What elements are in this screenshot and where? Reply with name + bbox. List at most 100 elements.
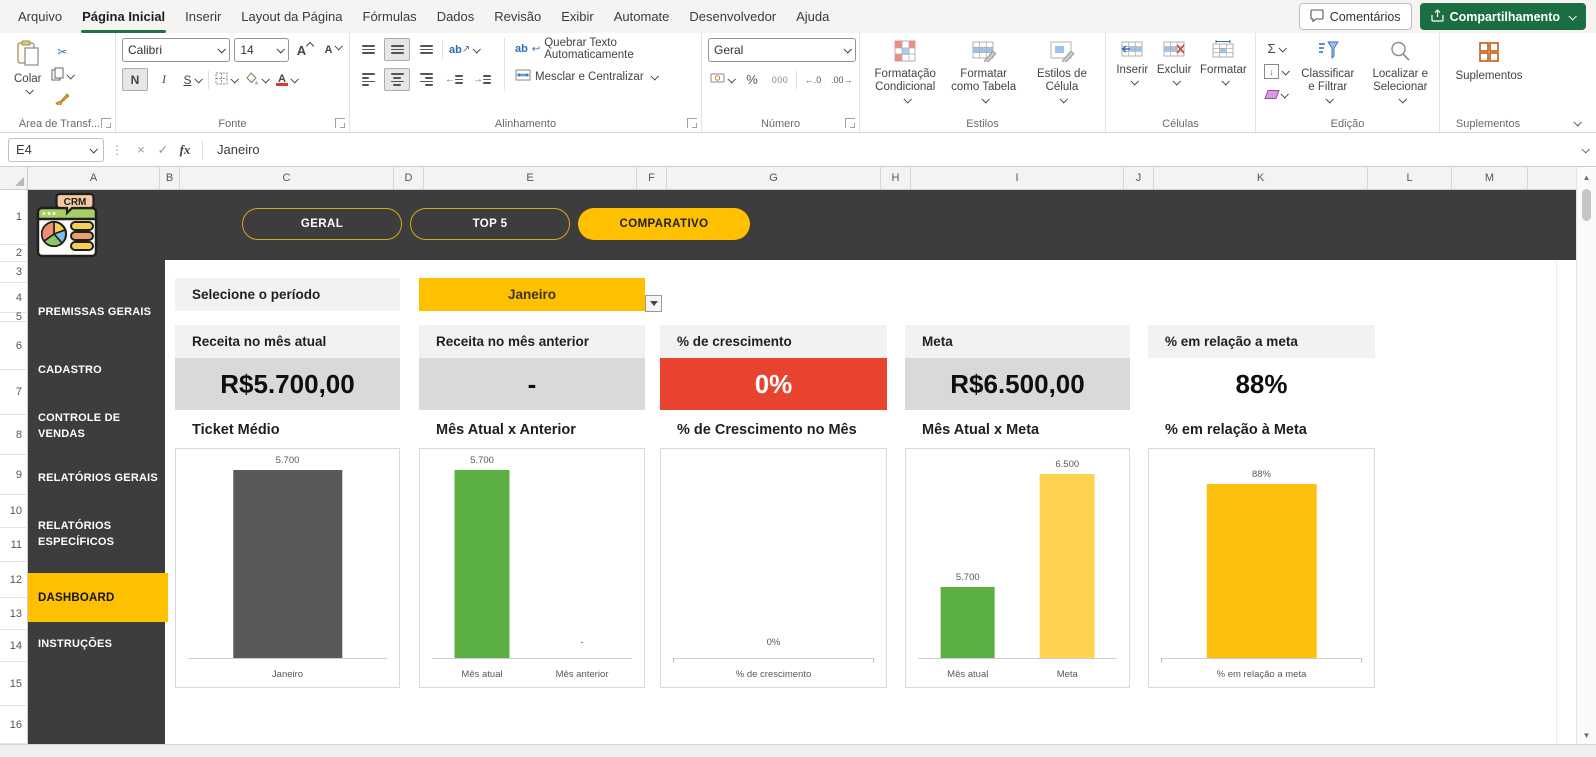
row-header-9[interactable]: 9 [0,455,28,495]
delete-cells-button[interactable]: Excluir [1153,38,1196,87]
comma-style-button[interactable]: 000 [768,69,792,90]
scroll-down-icon[interactable]: ▼ [1577,731,1596,740]
collapse-ribbon-button[interactable] [1573,118,1581,126]
font-size-select[interactable]: 14 [234,38,289,62]
align-middle-button[interactable] [384,38,410,61]
menu-item-exibir[interactable]: Exibir [551,0,604,33]
comments-button[interactable]: Comentários [1299,3,1412,30]
sidebar-item-cadastro[interactable]: CADASTRO [28,362,165,378]
align-center-button[interactable] [384,68,410,91]
increase-font-button[interactable]: A [293,40,317,61]
clear-button[interactable] [1262,84,1290,105]
fill-button[interactable]: ↓ [1262,61,1290,82]
scrollbar-thumb[interactable] [1582,189,1591,221]
align-bottom-button[interactable] [414,39,438,60]
dialog-launcher-icon[interactable] [687,118,697,128]
underline-button[interactable]: S [180,69,204,90]
scroll-up-icon[interactable]: ▲ [1577,173,1596,182]
menu-item-arquivo[interactable]: Arquivo [8,0,72,33]
font-color-button[interactable]: A [274,69,299,90]
align-left-button[interactable] [356,69,380,90]
expand-formula-bar-button[interactable] [1581,145,1589,153]
decrease-indent-button[interactable]: ← [442,69,466,90]
orientation-button[interactable]: ab↗ [447,39,481,60]
menu-item-automate[interactable]: Automate [604,0,680,33]
bold-button[interactable]: N [122,68,148,91]
menu-item-fórmulas[interactable]: Fórmulas [353,0,427,33]
menu-item-desenvolvedor[interactable]: Desenvolvedor [679,0,786,33]
copy-button[interactable] [49,65,75,86]
autosum-button[interactable]: Σ [1262,38,1290,59]
sidebar-item-relatórios-específicos[interactable]: RELATÓRIOS ESPECÍFICOS [28,518,138,550]
name-box[interactable]: E4 [8,138,104,162]
row-header-7[interactable]: 7 [0,370,28,415]
accounting-format-button[interactable] [708,69,736,90]
row-header-2[interactable]: 2 [0,245,28,262]
menu-item-layout-da-página[interactable]: Layout da Página [231,0,352,33]
column-header-E[interactable]: E [424,167,637,189]
kpi-label[interactable]: % em relação a meta [1148,325,1375,358]
period-selector-value[interactable]: Janeiro [419,278,645,311]
row-header-14[interactable]: 14 [0,630,28,662]
dialog-launcher-icon[interactable] [335,118,345,128]
column-header-C[interactable]: C [180,167,394,189]
row-header-3[interactable]: 3 [0,262,28,283]
cancel-entry-button[interactable]: × [130,142,152,157]
sidebar-item-controle-de-vendas[interactable]: CONTROLE DE VENDAS [28,410,130,442]
view-tab-top-5[interactable]: TOP 5 [410,208,570,240]
row-header-13[interactable]: 13 [0,598,28,630]
view-tab-comparativo[interactable]: COMPARATIVO [578,208,750,240]
row-header-4[interactable]: 4 [0,283,28,313]
sort-filter-button[interactable]: Classificar e Filtrar [1294,38,1362,105]
menu-item-dados[interactable]: Dados [427,0,485,33]
formula-input[interactable]: Janeiro [217,142,260,157]
menu-item-página-inicial[interactable]: Página Inicial [72,0,175,33]
menu-item-ajuda[interactable]: Ajuda [786,0,839,33]
row-header-8[interactable]: 8 [0,415,28,455]
merge-center-button[interactable]: Mesclar e Centralizar [515,66,697,88]
horizontal-scrollbar-strip[interactable] [0,744,1596,757]
column-header-M[interactable]: M [1452,167,1528,189]
row-header-1[interactable]: 1 [0,190,28,245]
wrap-text-button[interactable]: ab↩ Quebrar Texto Automaticamente [515,38,697,60]
insert-cells-button[interactable]: Inserir [1112,38,1152,87]
format-as-table-button[interactable]: Formatar como Tabela [944,38,1022,105]
column-header-B[interactable]: B [160,167,180,189]
sidebar-item-relatórios-gerais[interactable]: RELATÓRIOS GERAIS [28,470,165,486]
increase-indent-button[interactable]: → [470,69,494,90]
confirm-entry-button[interactable]: ✓ [152,142,174,158]
addins-button[interactable]: Suplementos [1446,38,1532,85]
column-header-H[interactable]: H [881,167,911,189]
share-button[interactable]: Compartilhamento [1420,3,1586,30]
italic-button[interactable]: I [152,69,176,90]
decrease-font-button[interactable]: A [321,40,345,61]
kpi-label[interactable]: Receita no mês atual [175,325,400,358]
row-header-5[interactable]: 5 [0,313,28,322]
decrease-decimal-button[interactable]: .00→ [829,69,855,90]
kpi-label[interactable]: Meta [905,325,1130,358]
column-header-D[interactable]: D [394,167,424,189]
row-header-12[interactable]: 12 [0,562,28,598]
row-header-15[interactable]: 15 [0,662,28,706]
format-painter-button[interactable] [49,89,75,110]
row-header-6[interactable]: 6 [0,322,28,370]
cell-styles-button[interactable]: Estilos de Célula [1023,38,1101,105]
kpi-label[interactable]: % de crescimento [660,325,887,358]
column-header-J[interactable]: J [1124,167,1154,189]
insert-function-button[interactable]: fx [174,142,196,158]
kpi-label[interactable]: Receita no mês anterior [419,325,645,358]
vertical-scrollbar[interactable]: ▲ ▼ [1576,167,1596,744]
format-cells-button[interactable]: Formatar [1196,38,1251,87]
dialog-launcher-icon[interactable] [101,118,111,128]
column-header-I[interactable]: I [911,167,1124,189]
row-header-16[interactable]: 16 [0,706,28,744]
select-all-corner[interactable] [0,167,28,190]
cut-button[interactable]: ✂ [49,41,75,62]
row-header-11[interactable]: 11 [0,528,28,562]
column-header-G[interactable]: G [667,167,881,189]
column-header-A[interactable]: A [28,167,160,189]
font-name-select[interactable]: Calibri [122,38,230,62]
sidebar-item-dashboard[interactable]: DASHBOARD [28,573,168,622]
view-tab-geral[interactable]: GERAL [242,208,402,240]
row-header-10[interactable]: 10 [0,495,28,528]
